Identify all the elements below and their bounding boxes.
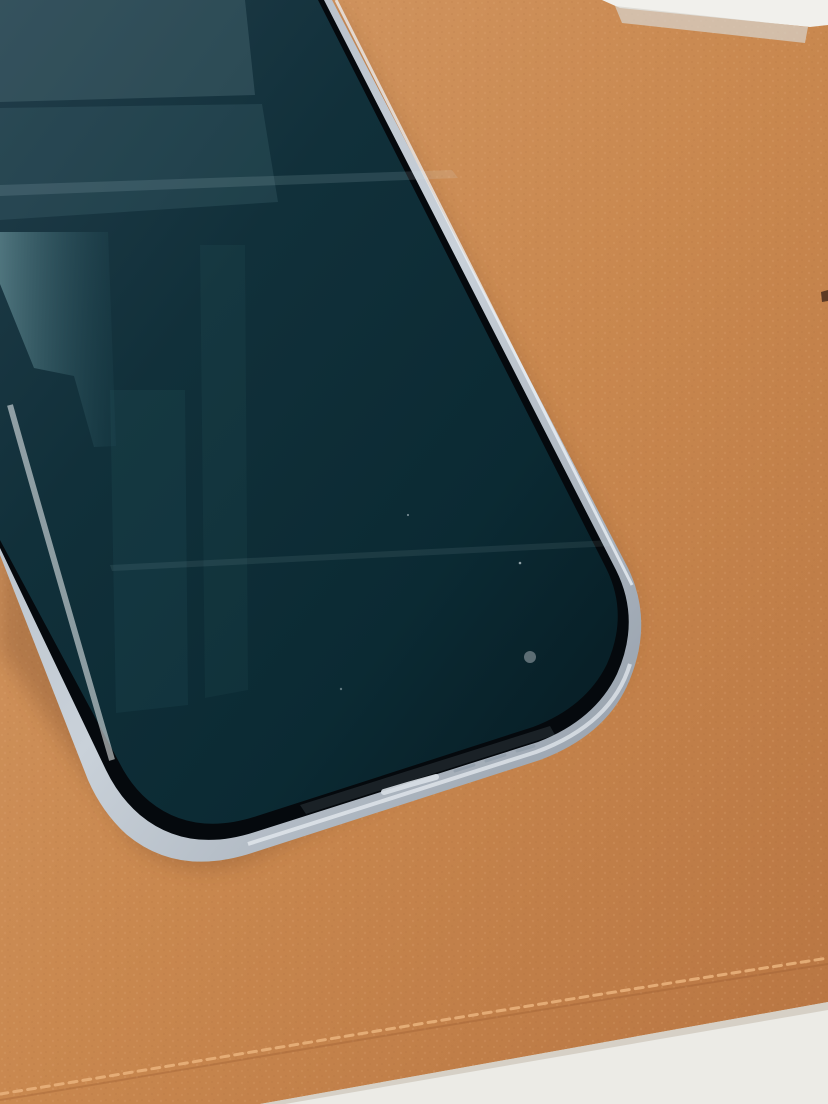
screen-reflection-center xyxy=(110,390,188,713)
small-dark-mark xyxy=(821,290,828,302)
screen-reflection-line xyxy=(200,245,248,698)
photo-scene xyxy=(0,0,828,1104)
screen-reflection-band xyxy=(0,104,278,220)
photo-illustration xyxy=(0,0,828,1104)
screen-reflection-top xyxy=(0,0,255,102)
screen-speck-3 xyxy=(339,687,343,691)
screen-speck-2 xyxy=(406,513,410,517)
screen-speck-1 xyxy=(518,561,522,565)
screen-dust-dot xyxy=(524,651,536,663)
